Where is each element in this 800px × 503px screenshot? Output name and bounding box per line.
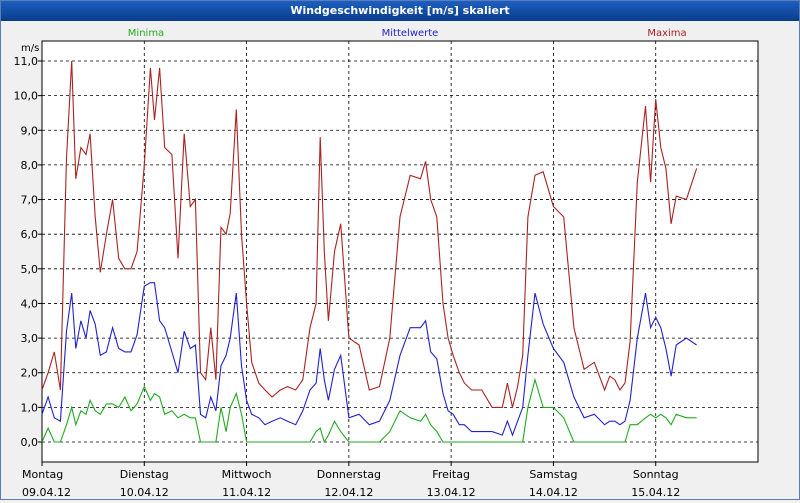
y-tick-label: 3,0 [21, 332, 39, 345]
y-tick-label: 6,0 [21, 228, 39, 241]
x-tick-date: 12.04.12 [324, 486, 373, 499]
y-tick-label: 5,0 [21, 263, 39, 276]
x-tick-day: Freitag [432, 468, 470, 481]
y-tick-label: 4,0 [21, 297, 39, 310]
y-axis-ticks: 0,0 1,0 2,0 3,0 4,0 5,0 6,0 7,0 8,0 9,0 10,0 11,0 [14, 55, 42, 449]
chart-window: Windgeschwindigkeit [m/s] skaliert 0,0 1,… [0, 0, 800, 500]
x-axis-ticks: Montag 09.04.12 Dienstag 10.04.12 Mittwoch 11… [22, 462, 680, 499]
x-tick-day: Dienstag [120, 468, 169, 481]
y-tick-label: 10,0 [14, 90, 39, 103]
wind-speed-chart: 0,0 1,0 2,0 3,0 4,0 5,0 6,0 7,0 8,0 9,0 10,0 11,0 M… [14, 28, 759, 499]
x-tick-day: Montag [22, 468, 63, 481]
y-tick-label: 11,0 [14, 55, 39, 68]
legend: Minima Mittelwerte Maxima [128, 28, 687, 39]
x-tick-date: 15.04.12 [631, 486, 680, 499]
y-axis-label: m/s [21, 43, 39, 54]
x-tick-date: 10.04.12 [120, 486, 169, 499]
legend-label: Mittelwerte [382, 28, 439, 39]
y-tick-label: 9,0 [21, 124, 39, 137]
chart-area: 0,0 1,0 2,0 3,0 4,0 5,0 6,0 7,0 8,0 9,0 10,0 11,0 M… [1, 21, 799, 499]
x-tick-date: 14.04.12 [529, 486, 578, 499]
y-tick-label: 2,0 [21, 367, 39, 380]
y-tick-label: 8,0 [21, 159, 39, 172]
y-tick-label: 1,0 [21, 401, 39, 414]
y-tick-label: 7,0 [21, 194, 39, 207]
y-tick-label: 0,0 [21, 436, 39, 449]
legend-label: Maxima [647, 28, 686, 39]
x-tick-date: 13.04.12 [427, 486, 476, 499]
x-tick-date: 11.04.12 [222, 486, 271, 499]
x-tick-date: 09.04.12 [22, 486, 71, 499]
window-title: Windgeschwindigkeit [m/s] skaliert [1, 1, 799, 21]
x-tick-day: Mittwoch [222, 468, 272, 481]
legend-label: Minima [128, 28, 164, 39]
x-tick-day: Donnerstag [317, 468, 381, 481]
x-tick-day: Samstag [529, 468, 577, 481]
x-tick-day: Sonntag [633, 468, 679, 481]
